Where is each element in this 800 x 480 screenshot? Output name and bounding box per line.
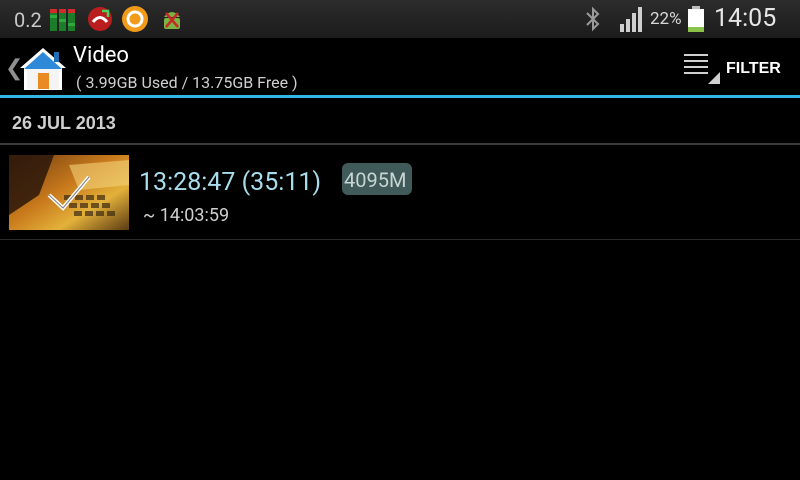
signal-icon — [620, 7, 642, 32]
recording-start-time: 13:28:47 (35:11) — [139, 168, 322, 197]
filter-icon — [684, 54, 720, 84]
bluetooth-icon — [586, 6, 600, 32]
page-title: Video — [73, 43, 129, 68]
date-section-header: 26 JUL 2013 — [12, 113, 116, 133]
home-icon[interactable] — [18, 46, 68, 92]
status-time: 14:05 — [714, 4, 777, 33]
section-divider — [0, 143, 800, 145]
storage-info: ( 3.99GB Used / 13.75GB Free ) — [76, 73, 298, 92]
video-thumbnail — [9, 155, 129, 230]
phone-missed-icon — [88, 7, 112, 31]
android-debug-icon — [164, 12, 180, 29]
file-size: 4095M — [344, 168, 407, 192]
recording-end-time: ~ 14:03:59 — [143, 205, 230, 226]
list-item[interactable]: 13:28:47 (35:11) 4095M ~ 14:03:59 — [0, 146, 800, 239]
list-divider — [0, 239, 800, 240]
battery-percent: 22% — [650, 9, 682, 29]
equalizer-icon — [50, 9, 75, 31]
battery-icon — [688, 6, 704, 32]
status-bar: 0.2 22% 14:05 — [0, 0, 800, 38]
shield-o-icon — [122, 6, 148, 32]
action-bar-divider — [0, 95, 800, 98]
filter-label[interactable]: FILTER — [726, 60, 781, 78]
status-value: 0.2 — [14, 8, 42, 32]
